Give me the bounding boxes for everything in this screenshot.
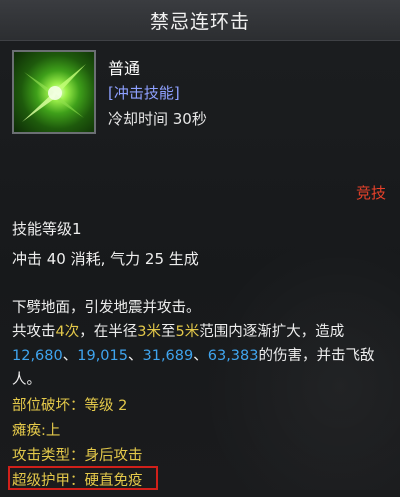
attack-type-attr: 攻击类型：身后攻击 xyxy=(12,448,143,464)
part-break-attr: 部位破坏：等级 2 xyxy=(12,398,128,414)
description-line-3: 12,680、19,015、31,689、63,383的伤害，并击飞敌 xyxy=(12,348,375,364)
radius-max: 5米 xyxy=(175,324,200,340)
arena-tag: 竞技 xyxy=(355,184,386,202)
description-line-2: 共攻击4次，在半径3米至5米范围内逐渐扩大，造成 xyxy=(12,324,345,340)
damage-value: 19,015 xyxy=(77,348,128,364)
resource-cost: 冲击 40 消耗, 气力 25 生成 xyxy=(12,250,199,268)
super-armor-attr: 超级护甲：硬直免疫 xyxy=(12,473,143,489)
radius-min: 3米 xyxy=(137,324,161,340)
damage-value: 63,383 xyxy=(207,348,259,364)
skill-title: 禁忌连环击 xyxy=(149,10,250,33)
skill-level: 技能等级1 xyxy=(12,220,82,238)
damage-value: 12,680 xyxy=(12,348,63,364)
skill-type-label: [冲击技能] xyxy=(108,84,180,102)
description-line-4: 人。 xyxy=(12,372,41,388)
hit-count: 4次 xyxy=(55,324,80,340)
skill-rarity: 普通 xyxy=(108,59,141,78)
green-slash-icon xyxy=(12,50,96,134)
description-line-1: 下劈地面，引发地震并攻击。 xyxy=(12,300,201,316)
tooltip-header: 禁忌连环击 xyxy=(0,0,400,41)
paralysis-attr: 瘫痪:上 xyxy=(12,423,61,439)
cooldown-text: 冷却时间 30秒 xyxy=(108,110,207,128)
skill-tooltip: 禁忌连环击 普通 [冲击技能] 冷却时间 30秒 竞技 技能等级1 冲击 40 … xyxy=(0,0,400,497)
damage-value: 31,689 xyxy=(142,348,194,364)
